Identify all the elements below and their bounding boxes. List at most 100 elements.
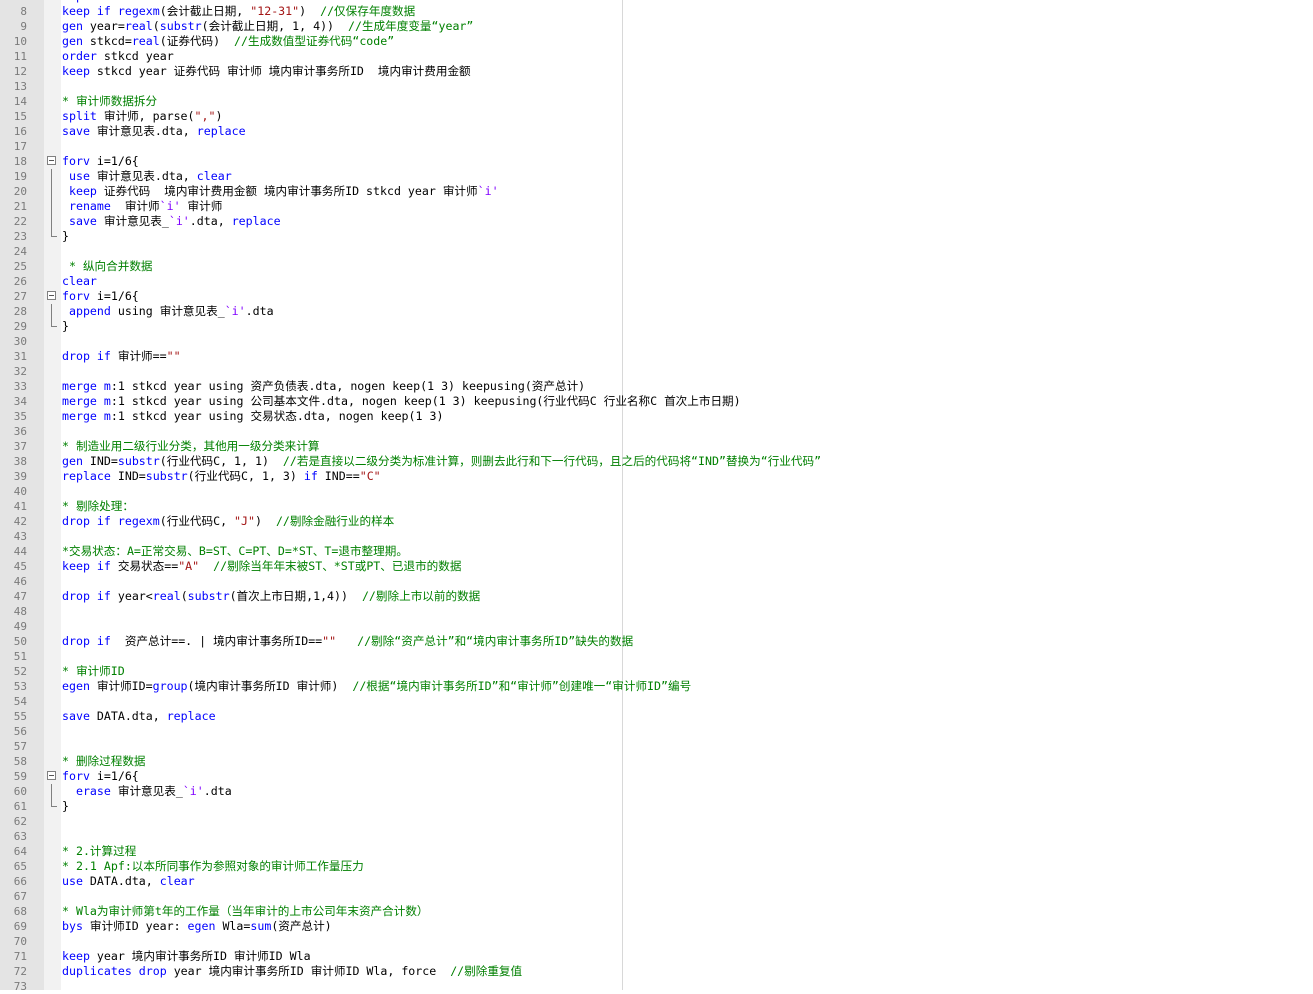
code-line[interactable]: 60 erase 审计意见表_`i'.dta <box>0 784 1313 799</box>
fold-toggle-minus-icon[interactable] <box>47 156 56 165</box>
code-line[interactable]: 48 <box>0 604 1313 619</box>
code-text[interactable]: *交易状态：A=正常交易、B=ST、C=PT、D=*ST、T=退市整理期。 <box>62 544 408 559</box>
code-text[interactable]: drop if regexm(行业代码C, "J") //剔除金融行业的样本 <box>62 514 394 529</box>
code-line[interactable]: 67 <box>0 889 1313 904</box>
code-line[interactable]: 29} <box>0 319 1313 334</box>
code-text[interactable]: * 剔除处理： <box>62 499 134 514</box>
code-line[interactable]: 40 <box>0 484 1313 499</box>
code-line[interactable]: 59 forv i=1/6{ <box>0 769 1313 784</box>
code-line[interactable]: 70 <box>0 934 1313 949</box>
code-line[interactable]: 14 * 审计师数据拆分 <box>0 94 1313 109</box>
code-line[interactable]: 35 merge m:1 stkcd year using 交易状态.dta, n… <box>0 409 1313 424</box>
code-line[interactable]: 31 drop if 审计师=="" <box>0 349 1313 364</box>
code-text[interactable]: keep if regexm(会计截止日期, "12-31") //仅保存年度数… <box>62 4 415 19</box>
code-line[interactable]: 15 split 审计师, parse(",") <box>0 109 1313 124</box>
code-line[interactable]: 9 gen year=real(substr(会计截止日期, 1, 4)) //生… <box>0 19 1313 34</box>
code-line[interactable]: 53 egen 审计师ID=group(境内审计事务所ID 审计师) //根据“境… <box>0 679 1313 694</box>
code-text[interactable]: merge m:1 stkcd year using 交易状态.dta, nog… <box>62 409 443 424</box>
code-line[interactable]: 27 forv i=1/6{ <box>0 289 1313 304</box>
code-text[interactable]: order stkcd year <box>62 49 174 64</box>
code-text[interactable]: drop if 审计师=="" <box>62 349 181 364</box>
code-line[interactable]: 12 keep stkcd year 证券代码 审计师 境内审计事务所ID 境内审… <box>0 64 1313 79</box>
code-line[interactable]: 24 <box>0 244 1313 259</box>
code-line[interactable]: 64 * 2.计算过程 <box>0 844 1313 859</box>
code-line[interactable]: 39 replace IND=substr(行业代码C, 1, 3) if IND… <box>0 469 1313 484</box>
code-line[interactable]: 8 keep if regexm(会计截止日期, "12-31") //仅保存年度… <box>0 4 1313 19</box>
code-text[interactable]: drop if year<real(substr(首次上市日期,1,4)) //… <box>62 589 480 604</box>
code-text[interactable]: save DATA.dta, replace <box>62 709 216 724</box>
code-line[interactable]: 44 *交易状态：A=正常交易、B=ST、C=PT、D=*ST、T=退市整理期。 <box>0 544 1313 559</box>
code-text[interactable]: split 审计师, parse(",") <box>62 109 222 124</box>
code-text[interactable]: use 审计意见表.dta, clear <box>62 169 232 184</box>
code-text[interactable]: merge m:1 stkcd year using 资产负债表.dta, no… <box>62 379 585 394</box>
code-text[interactable]: * 2.1 Apf:以本所同事作为参照对象的审计师工作量压力 <box>62 859 364 874</box>
code-line[interactable]: 46 <box>0 574 1313 589</box>
code-text[interactable]: * 删除过程数据 <box>62 754 146 769</box>
code-text[interactable]: * Wla为审计师第t年的工作量（当年审计的上市公司年末资产合计数） <box>62 904 429 919</box>
code-line[interactable]: 34 merge m:1 stkcd year using 公司基本文件.dta,… <box>0 394 1313 409</box>
code-text[interactable]: } <box>62 319 69 334</box>
code-text[interactable]: save 审计意见表.dta, replace <box>62 124 246 139</box>
code-line[interactable]: 42 drop if regexm(行业代码C, "J") //剔除金融行业的样本 <box>0 514 1313 529</box>
code-text[interactable]: keep stkcd year 证券代码 审计师 境内审计事务所ID 境内审计费… <box>62 64 471 79</box>
code-line[interactable]: 21 rename 审计师`i' 审计师 <box>0 199 1313 214</box>
code-line[interactable]: 13 <box>0 79 1313 94</box>
code-line[interactable]: 20 keep 证券代码 境内审计费用金额 境内审计事务所ID stkcd ye… <box>0 184 1313 199</box>
code-text[interactable]: forv i=1/6{ <box>62 154 139 169</box>
code-line[interactable]: 52 * 审计师ID <box>0 664 1313 679</box>
code-line[interactable]: 61} <box>0 799 1313 814</box>
code-line[interactable]: 51 <box>0 649 1313 664</box>
fold-toggle-minus-icon[interactable] <box>47 771 56 780</box>
code-line[interactable]: 26 clear <box>0 274 1313 289</box>
code-line[interactable]: 43 <box>0 529 1313 544</box>
code-line[interactable]: 69 bys 审计师ID year: egen Wla=sum(资产总计) <box>0 919 1313 934</box>
code-text[interactable]: forv i=1/6{ <box>62 769 139 784</box>
code-text[interactable]: gen stkcd=real(证券代码) //生成数值型证券代码“code” <box>62 34 394 49</box>
code-text[interactable]: duplicates drop year 境内审计事务所ID 审计师ID Wla… <box>62 964 522 979</box>
code-line[interactable]: 30 <box>0 334 1313 349</box>
code-text[interactable]: append using 审计意见表_`i'.dta <box>62 304 274 319</box>
code-line[interactable]: 38 gen IND=substr(行业代码C, 1, 1) //若是直接以二级分… <box>0 454 1313 469</box>
code-text[interactable]: save 审计意见表_`i'.dta, replace <box>62 214 281 229</box>
code-text[interactable]: keep 证券代码 境内审计费用金额 境内审计事务所ID stkcd year … <box>62 184 499 199</box>
code-text[interactable]: drop if 资产总计==. | 境内审计事务所ID=="" //剔除“资产总… <box>62 634 633 649</box>
code-line[interactable]: 41 * 剔除处理： <box>0 499 1313 514</box>
code-text[interactable]: } <box>62 799 69 814</box>
code-lines[interactable]: 7import excel ...8keep if regexm(会计截止日期,… <box>0 0 1313 994</box>
code-line[interactable]: 33 merge m:1 stkcd year using 资产负债表.dta, … <box>0 379 1313 394</box>
code-line[interactable]: 68 * Wla为审计师第t年的工作量（当年审计的上市公司年末资产合计数） <box>0 904 1313 919</box>
code-line[interactable]: 58 * 删除过程数据 <box>0 754 1313 769</box>
code-line[interactable]: 56 <box>0 724 1313 739</box>
code-line[interactable]: 63 <box>0 829 1313 844</box>
code-text[interactable]: replace IND=substr(行业代码C, 1, 3) if IND==… <box>62 469 381 484</box>
code-text[interactable]: erase 审计意见表_`i'.dta <box>62 784 232 799</box>
code-line[interactable]: 54 <box>0 694 1313 709</box>
code-line[interactable]: 37 * 制造业用二级行业分类，其他用一级分类来计算 <box>0 439 1313 454</box>
code-line[interactable]: 18 forv i=1/6{ <box>0 154 1313 169</box>
code-line[interactable]: 19 use 审计意见表.dta, clear <box>0 169 1313 184</box>
code-line[interactable]: 55 save DATA.dta, replace <box>0 709 1313 724</box>
code-text[interactable]: * 审计师数据拆分 <box>62 94 157 109</box>
code-line[interactable]: 25 * 纵向合并数据 <box>0 259 1313 274</box>
code-text[interactable]: use DATA.dta, clear <box>62 874 195 889</box>
code-text[interactable]: * 2.计算过程 <box>62 844 136 859</box>
code-line[interactable]: 71 keep year 境内审计事务所ID 审计师ID Wla <box>0 949 1313 964</box>
code-text[interactable]: * 审计师ID <box>62 664 125 679</box>
code-line[interactable]: 23} <box>0 229 1313 244</box>
code-text[interactable]: gen IND=substr(行业代码C, 1, 1) //若是直接以二级分类为… <box>62 454 821 469</box>
code-line[interactable]: 47 drop if year<real(substr(首次上市日期,1,4)) … <box>0 589 1313 604</box>
code-line[interactable]: 62 <box>0 814 1313 829</box>
code-line[interactable]: 16 save 审计意见表.dta, replace <box>0 124 1313 139</box>
code-line[interactable]: 28 append using 审计意见表_`i'.dta <box>0 304 1313 319</box>
code-text[interactable]: } <box>62 229 69 244</box>
code-line[interactable]: 45 keep if 交易状态=="A" //剔除当年年末被ST、*ST或PT、已… <box>0 559 1313 574</box>
code-line[interactable]: 49 <box>0 619 1313 634</box>
code-text[interactable]: * 纵向合并数据 <box>62 259 153 274</box>
code-line[interactable]: 36 <box>0 424 1313 439</box>
code-line[interactable]: 17 <box>0 139 1313 154</box>
code-text[interactable]: keep year 境内审计事务所ID 审计师ID Wla <box>62 949 311 964</box>
code-text[interactable]: * 制造业用二级行业分类，其他用一级分类来计算 <box>62 439 319 454</box>
code-line[interactable]: 65 * 2.1 Apf:以本所同事作为参照对象的审计师工作量压力 <box>0 859 1313 874</box>
code-line[interactable]: 32 <box>0 364 1313 379</box>
code-line[interactable]: 72 duplicates drop year 境内审计事务所ID 审计师ID W… <box>0 964 1313 979</box>
